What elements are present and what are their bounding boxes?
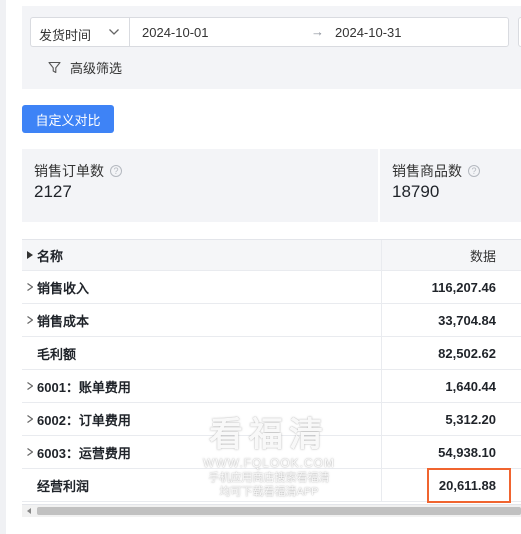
row-label: 销售收入: [37, 280, 90, 296]
table-row[interactable]: 6002：订单费用 5,312.20: [22, 403, 521, 436]
help-icon[interactable]: ?: [468, 165, 480, 177]
help-icon[interactable]: ?: [110, 165, 122, 177]
row-name-cell: 销售收入: [22, 271, 382, 303]
chevron-down-icon: [109, 29, 119, 35]
header-name-cell[interactable]: 名称: [22, 240, 382, 270]
table-row: 毛利额 82,502.62: [22, 337, 521, 370]
kpi-title-text: 销售订单数: [34, 163, 104, 179]
row-value: 20,611.88: [438, 477, 496, 493]
table-row: 经营利润 20,611.88: [22, 469, 521, 502]
kpi-title-text: 销售商品数: [392, 163, 462, 179]
table-row[interactable]: 销售收入 116,207.46: [22, 271, 521, 304]
date-type-select[interactable]: 发货时间: [30, 17, 130, 47]
row-value: 5,312.20: [445, 411, 496, 427]
scroll-left-icon[interactable]: [26, 508, 32, 514]
table-header-row: 名称 数据: [22, 240, 521, 271]
row-name-cell: 6003：运营费用: [22, 436, 382, 468]
profit-table: 名称 数据 销售收入 116,207.46 销售成本 33,704.84 毛利额…: [22, 239, 521, 502]
row-name-cell: 毛利额: [22, 337, 382, 369]
kpi-value: 18790: [392, 182, 440, 201]
start-date-input[interactable]: 2024-10-01: [142, 25, 209, 40]
kpi-title: 销售订单数 ?: [34, 161, 122, 181]
row-label: 经营利润: [37, 478, 90, 494]
row-value: 82,502.62: [438, 345, 496, 361]
expand-caret-icon[interactable]: [25, 382, 35, 390]
row-name-cell: 6001：账单费用: [22, 370, 382, 402]
row-value: 116,207.46: [431, 279, 496, 295]
advanced-filter-toggle[interactable]: 高级筛选: [48, 57, 122, 77]
advanced-filter-label: 高级筛选: [70, 60, 123, 76]
row-label: 毛利额: [37, 346, 77, 362]
expand-caret-icon[interactable]: [25, 415, 35, 423]
row-name-cell: 经营利润: [22, 469, 382, 501]
expand-caret-icon[interactable]: [25, 283, 35, 291]
filter-panel: 发货时间 2024-10-01 → 2024-10-31 高级筛选: [22, 6, 521, 89]
filter-funnel-icon: [48, 61, 61, 73]
row-label: 6001：账单费用: [37, 379, 131, 395]
row-name-cell: 6002：订单费用: [22, 403, 382, 435]
header-data-label: 数据: [382, 240, 496, 270]
date-range-picker[interactable]: 2024-10-01 → 2024-10-31: [129, 17, 509, 47]
horizontal-scrollbar[interactable]: [22, 504, 521, 517]
header-name-label: 名称: [37, 248, 64, 264]
kpi-card-items: 销售商品数 ? 18790: [380, 149, 521, 222]
row-value: 54,938.10: [438, 444, 496, 460]
table-row[interactable]: 6003：运营费用 54,938.10: [22, 436, 521, 469]
row-value: 1,640.44: [445, 378, 496, 394]
expand-caret-icon[interactable]: [25, 448, 35, 456]
date-type-label: 发货时间: [39, 28, 92, 43]
custom-compare-button[interactable]: 自定义对比: [22, 105, 114, 133]
kpi-value: 2127: [34, 182, 72, 201]
table-row[interactable]: 销售成本 33,704.84: [22, 304, 521, 337]
expand-caret-icon[interactable]: [25, 316, 35, 324]
scrollbar-thumb[interactable]: [37, 507, 521, 515]
row-value: 33,704.84: [438, 312, 496, 328]
caret-right-icon: [25, 251, 35, 259]
row-name-cell: 销售成本: [22, 304, 382, 336]
row-label: 6003：运营费用: [37, 445, 131, 461]
kpi-card-orders: 销售订单数 ? 2127: [22, 149, 378, 222]
table-row[interactable]: 6001：账单费用 1,640.44: [22, 370, 521, 403]
row-label: 6002：订单费用: [37, 412, 131, 428]
report-page: 发货时间 2024-10-01 → 2024-10-31 高级筛选 自定义对比 …: [6, 0, 521, 534]
range-arrow-icon: →: [311, 24, 324, 39]
kpi-title: 销售商品数 ?: [392, 161, 480, 181]
row-label: 销售成本: [37, 313, 90, 329]
end-date-input[interactable]: 2024-10-31: [335, 25, 402, 40]
